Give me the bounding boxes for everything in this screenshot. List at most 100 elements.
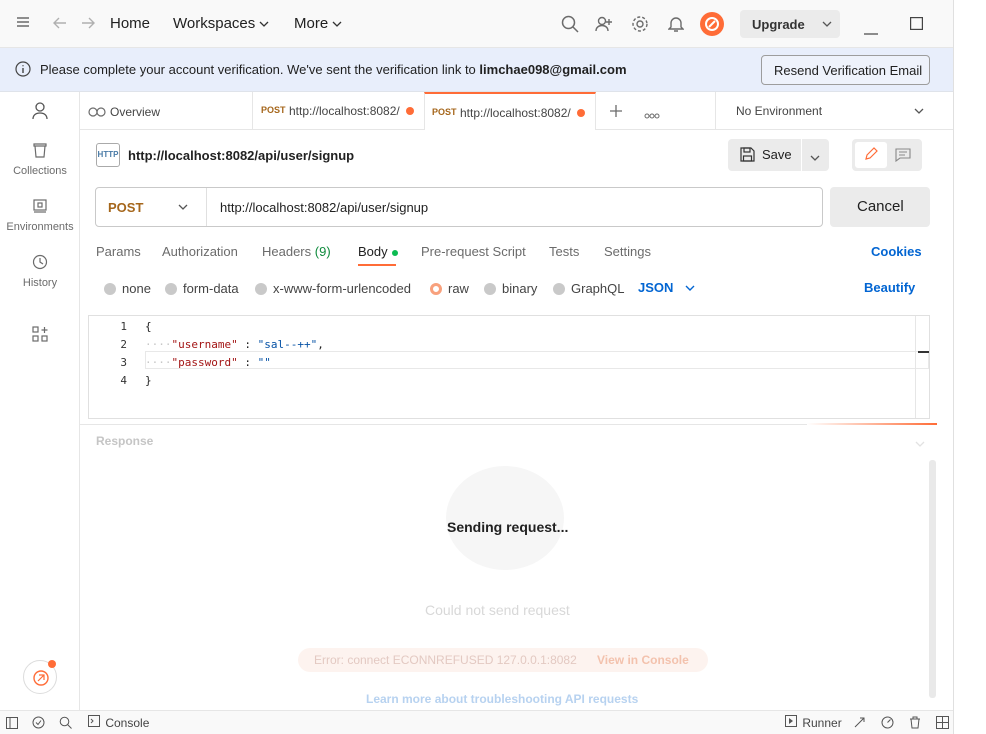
banner-message: Please complete your account verificatio… (40, 62, 627, 77)
tab-method: POST (261, 105, 286, 115)
postman-runtime-icon (32, 669, 50, 690)
radio-binary[interactable]: binary (484, 281, 537, 296)
cancel-label: Cancel (857, 198, 904, 215)
radio-graphql[interactable]: GraphQL (553, 281, 624, 296)
sidebar-item-environments[interactable]: Environments (0, 198, 80, 233)
minimize-icon[interactable] (864, 23, 878, 38)
radio-urlencoded[interactable]: x-www-form-urlencoded (255, 281, 411, 296)
capture-icon[interactable] (853, 716, 866, 732)
title-bar: Home Workspaces More Upgrade (0, 0, 953, 48)
divider (206, 188, 207, 226)
chevron-down-icon[interactable] (178, 198, 188, 219)
home-link[interactable]: Home (110, 15, 150, 32)
tab-request-2[interactable]: POST http://localhost:8082/ (424, 92, 596, 130)
radio-raw[interactable]: raw (430, 281, 469, 296)
radio-form-data[interactable]: form-data (165, 281, 239, 296)
url-input[interactable]: http://localhost:8082/api/user/signup (220, 200, 428, 215)
response-divider[interactable] (80, 423, 937, 425)
search-icon[interactable] (561, 15, 579, 36)
save-options-button[interactable] (801, 139, 829, 171)
runner-button[interactable]: Runner (785, 715, 842, 730)
tab-tests[interactable]: Tests (549, 244, 579, 259)
more-tabs-icon[interactable] (644, 107, 660, 122)
http-request-icon: HTTP (96, 143, 120, 167)
environments-icon (0, 198, 80, 217)
toggle-sidebar-icon[interactable] (6, 717, 18, 732)
response-scrollbar[interactable] (929, 460, 936, 698)
radio-none[interactable]: none (104, 281, 151, 296)
more-menu[interactable]: More (294, 15, 342, 32)
layout-icon[interactable] (936, 716, 949, 732)
tab-settings[interactable]: Settings (604, 244, 651, 259)
environment-selector[interactable]: No Environment (715, 92, 953, 130)
sidebar-item-label: Environments (6, 221, 74, 233)
add-workbench-icon[interactable] (32, 326, 48, 345)
chevron-down-icon (332, 15, 342, 32)
tab-request-1[interactable]: POST http://localhost:8082/ (252, 92, 424, 130)
save-label: Save (762, 147, 792, 162)
request-title[interactable]: http://localhost:8082/api/user/signup (128, 148, 354, 163)
editor-scrollbar[interactable] (915, 316, 930, 418)
sidebar-item-collections[interactable]: Collections (0, 142, 80, 177)
tab-authorization[interactable]: Authorization (162, 244, 238, 259)
body-format-select[interactable]: JSON (638, 280, 695, 295)
resend-verification-button[interactable]: Resend Verification Email (761, 55, 930, 85)
chevron-down-icon[interactable] (915, 436, 925, 451)
settings-icon[interactable] (631, 15, 649, 36)
workspaces-menu[interactable]: Workspaces (173, 15, 269, 32)
info-icon (15, 61, 31, 80)
runner-icon (785, 715, 797, 730)
code-line: ····"username" : "sal--++", (145, 338, 324, 351)
cookies-icon[interactable] (881, 716, 894, 732)
error-text: Error: connect ECONNREFUSED 127.0.0.1:80… (314, 653, 577, 667)
cookies-link[interactable]: Cookies (871, 244, 922, 259)
tab-body[interactable]: Body (358, 244, 398, 259)
url-bar: POST http://localhost:8082/api/user/sign… (95, 187, 823, 227)
tab-pre-request-script[interactable]: Pre-request Script (421, 244, 526, 259)
radio-circle-selected (430, 283, 442, 295)
tab-overview[interactable]: Overview (80, 92, 252, 130)
response-illustration (446, 466, 564, 570)
chevron-down-icon[interactable] (822, 15, 832, 36)
code-line: { (145, 320, 152, 333)
avatar[interactable] (23, 660, 57, 694)
new-tab-icon[interactable] (609, 104, 623, 121)
view-in-console-link[interactable]: View in Console (597, 653, 689, 667)
invite-user-icon[interactable] (595, 15, 613, 36)
hamburger-icon[interactable] (16, 15, 30, 32)
user-icon[interactable] (32, 102, 48, 123)
bell-icon[interactable] (667, 15, 685, 36)
console-icon (88, 715, 100, 730)
radio-circle (104, 283, 116, 295)
sidebar-item-label: Collections (13, 165, 67, 177)
pencil-icon (864, 147, 878, 164)
upgrade-button[interactable]: Upgrade (740, 10, 840, 38)
json-sep: : (237, 356, 258, 369)
tab-overview-label: Overview (110, 105, 161, 119)
forward-arrow-icon[interactable] (80, 16, 96, 33)
console-button[interactable]: Console (88, 715, 149, 730)
trash-icon[interactable] (909, 716, 921, 732)
edit-mode-button[interactable] (855, 142, 887, 168)
sidebar-item-history[interactable]: History (0, 254, 80, 289)
radio-circle (165, 283, 177, 295)
back-arrow-icon[interactable] (52, 16, 68, 33)
postman-logo[interactable] (700, 12, 724, 39)
body-editor[interactable]: 1 { 2 ····"username" : "sal--++", 3 ····… (88, 315, 930, 419)
beautify-button[interactable]: Beautify (864, 280, 915, 295)
tab-params[interactable]: Params (96, 244, 141, 259)
environment-label: No Environment (736, 104, 823, 118)
find-icon[interactable] (59, 716, 72, 732)
radio-circle (255, 283, 267, 295)
banner-email: limchae098@gmail.com (479, 62, 627, 77)
runner-label: Runner (802, 716, 842, 730)
troubleshooting-link[interactable]: Learn more about troubleshooting API req… (366, 692, 638, 706)
comments-icon[interactable] (895, 148, 911, 165)
online-status-icon[interactable] (32, 716, 45, 732)
method-select[interactable]: POST (108, 200, 143, 215)
tab-headers[interactable]: Headers (9) (262, 244, 331, 259)
indent-guide: ···· (145, 356, 172, 369)
cancel-button[interactable]: Cancel (830, 187, 930, 227)
maximize-icon[interactable] (910, 17, 924, 33)
chevron-down-icon (685, 280, 695, 295)
